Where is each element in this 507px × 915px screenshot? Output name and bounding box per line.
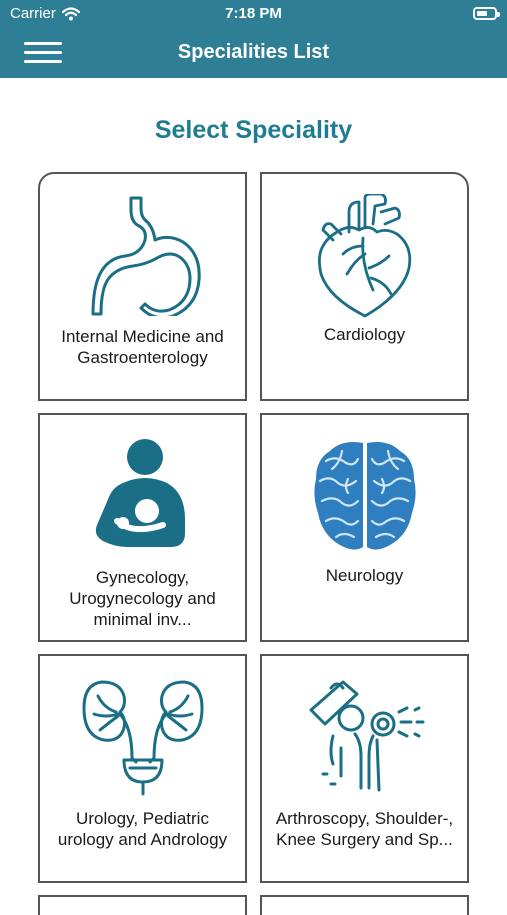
speciality-card-gynecology[interactable]: Gynecology, Urogynecology and minimal in… xyxy=(38,413,247,642)
speciality-card-neurology[interactable]: Neurology xyxy=(260,413,469,642)
status-bar: Carrier 7:18 PM xyxy=(0,0,507,28)
speciality-card-urology[interactable]: Urology, Pediatric urology and Andrology xyxy=(38,654,247,883)
speciality-card-partial[interactable] xyxy=(260,895,469,915)
nav-bar: Specialities List xyxy=(0,28,507,78)
speciality-card-internal-medicine[interactable]: Internal Medicine and Gastroenterology xyxy=(38,172,247,401)
speciality-card-arthroscopy[interactable]: Arthroscopy, Shoulder-, Knee Surgery and… xyxy=(260,654,469,883)
speciality-label: Urology, Pediatric urology and Andrology xyxy=(57,809,228,849)
knee-joint-icon xyxy=(262,678,467,798)
page-heading: Select Speciality xyxy=(154,116,353,144)
stomach-icon xyxy=(40,196,245,316)
speciality-card-partial[interactable] xyxy=(38,895,247,915)
speciality-label: Arthroscopy, Shoulder-, Knee Surgery and… xyxy=(275,809,454,849)
speciality-card-cardiology[interactable]: Cardiology xyxy=(260,172,469,401)
speciality-label: Cardiology xyxy=(323,325,406,344)
speciality-label: Gynecology, Urogynecology and minimal in… xyxy=(69,568,216,629)
battery-icon xyxy=(473,7,500,20)
speciality-label: Internal Medicine and Gastroenterology xyxy=(61,327,224,367)
speciality-label: Neurology xyxy=(325,566,404,585)
kidneys-icon xyxy=(40,678,245,798)
mother-child-icon xyxy=(40,437,245,557)
heart-icon xyxy=(262,194,467,318)
brain-icon xyxy=(262,437,467,557)
nav-title: Specialities List xyxy=(177,41,330,63)
status-time: 7:18 PM xyxy=(225,5,282,22)
